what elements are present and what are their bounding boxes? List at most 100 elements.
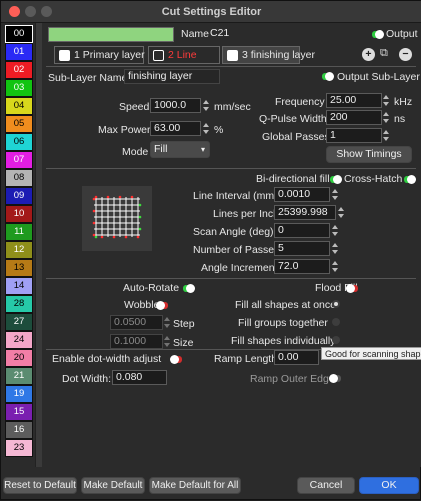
layer-item[interactable]: 09 [5,187,33,205]
wobble-step-stepper[interactable] [163,315,171,330]
number-of-passes-field[interactable]: 5 [274,241,330,256]
chevron-down-icon: ▾ [200,145,205,154]
layer-item[interactable]: 13 [5,259,33,277]
show-timings-button[interactable]: Show Timings [326,146,412,163]
remove-sublayer-icon[interactable]: − [399,48,412,61]
tab-checkbox[interactable] [153,50,164,61]
fill-groups-radio[interactable] [332,318,340,326]
add-sublayer-icon[interactable]: + [362,48,375,61]
auto-rotate-toggle[interactable] [183,284,195,293]
layer-item[interactable]: 20 [5,349,33,367]
ramp-outer-edge-toggle[interactable] [329,374,341,383]
global-passes-stepper[interactable] [382,128,390,143]
output-toggle[interactable] [372,30,384,39]
fill-all-shapes-radio[interactable] [332,300,340,308]
layer-item[interactable]: 04 [5,97,33,115]
name-label: Name [181,28,210,40]
layer-color-list: 00 01 02 03 04 05 06 07 08 09 10 11 12 13 14 28 27 24 20 21… [5,23,33,457]
layer-item[interactable]: 19 [5,385,33,403]
layer-color-swatch[interactable] [48,27,174,42]
make-default-button[interactable]: Make Default [81,477,145,494]
duplicate-sublayer-icon[interactable]: ⧉ [380,47,394,61]
angle-increment-field[interactable]: 72.0 [274,259,330,274]
line-interval-stepper[interactable] [331,187,339,202]
layer-item[interactable]: 11 [5,223,33,241]
layer-item[interactable]: 06 [5,133,33,151]
tab-checkbox[interactable] [59,50,70,61]
layer-item[interactable]: 21 [5,367,33,385]
tab-primary-layer[interactable]: 1 Primary layer [54,46,145,64]
layer-item[interactable]: 10 [5,205,33,223]
layer-item[interactable]: 16 [5,421,33,439]
flood-fill-toggle[interactable] [346,284,358,293]
wobble-size-stepper[interactable] [163,334,171,349]
layer-item[interactable]: 02 [5,61,33,79]
max-power-unit: % [214,124,224,136]
layer-item[interactable]: 05 [5,115,33,133]
fill-individually-radio[interactable] [332,336,340,344]
q-pulse-field[interactable]: 200 [326,110,382,125]
scan-angle-stepper[interactable] [331,223,339,238]
name-field[interactable]: C21 [207,27,367,42]
bidirectional-fill-label: Bi-directional fill [256,173,330,185]
lines-per-inch-stepper[interactable] [337,205,345,220]
layer-item[interactable]: 14 [5,277,33,295]
output-sublayer-toggle[interactable] [322,72,334,81]
reset-to-default-button[interactable]: Reset to Default [3,477,77,494]
wobble-size-field[interactable]: 0.1000 [110,334,163,349]
layer-item[interactable]: 00 [5,25,33,43]
mode-select[interactable]: Fill ▾ [150,141,210,158]
bidirectional-fill-toggle[interactable] [330,175,342,184]
wobble-step-field[interactable]: 0.0500 [110,315,163,330]
cross-hatch-toggle[interactable] [404,175,416,184]
max-power-stepper[interactable] [202,121,210,136]
divider [46,168,416,169]
line-interval-field[interactable]: 0.0010 [274,187,330,202]
tab-line[interactable]: 2 Line [148,46,220,64]
speed-stepper[interactable] [202,98,210,113]
tab-finishing-layer[interactable]: 3 finishing layer [222,46,315,64]
output-label: Output [386,28,418,40]
max-power-field[interactable]: 63.00 [150,121,201,136]
cross-hatch-label: Cross-Hatch [344,173,403,185]
number-of-passes-stepper[interactable] [331,241,339,256]
dot-width-adjust-toggle[interactable] [170,355,182,364]
layer-item[interactable]: 15 [5,403,33,421]
ok-button[interactable]: OK [359,477,419,494]
layer-item[interactable]: 01 [5,43,33,61]
ramp-length-field[interactable]: 0.00 [274,350,319,365]
layer-item[interactable]: 12 [5,241,33,259]
frequency-field[interactable]: 25.00 [326,93,382,108]
fill-groups-label: Fill groups together [238,317,328,329]
layer-list-scrollbar[interactable] [35,23,42,467]
scan-angle-field[interactable]: 0 [274,223,330,238]
dot-width-field[interactable]: 0.080 [112,370,167,385]
tab-checkbox[interactable] [227,50,238,61]
layer-item[interactable]: 24 [5,331,33,349]
speed-field[interactable]: 1000.0 [150,98,201,113]
cancel-button[interactable]: Cancel [297,477,355,494]
auto-rotate-label: Auto-Rotate [123,282,180,294]
layer-item[interactable]: 23 [5,439,33,457]
make-default-for-all-button[interactable]: Make Default for All [149,477,241,494]
number-of-passes-label: Number of Passes [193,244,280,256]
layer-item[interactable]: 08 [5,169,33,187]
dot-width-adjust-label: Enable dot-width adjust [52,353,162,365]
angle-increment-stepper[interactable] [331,259,339,274]
global-passes-field[interactable]: 1 [326,128,382,143]
wobble-label: Wobble [124,299,160,311]
layer-item[interactable]: 27 [5,313,33,331]
speed-label: Speed [119,101,150,113]
wobble-toggle[interactable] [156,301,168,310]
frequency-stepper[interactable] [382,93,390,108]
tooltip: Good for scanning shapes [321,347,421,360]
layer-item[interactable]: 07 [5,151,33,169]
frequency-unit: kHz [394,96,413,108]
sublayer-name-field[interactable]: finishing layer [124,69,220,84]
global-passes-label: Global Passes [262,131,330,143]
layer-item[interactable]: 28 [5,295,33,313]
layer-item[interactable]: 03 [5,79,33,97]
lines-per-inch-field[interactable]: 25399.998 [274,205,336,220]
cut-settings-window: Cut Settings Editor 00 01 02 03 04 05 06 07 08 09… [0,0,421,500]
q-pulse-stepper[interactable] [382,110,390,125]
